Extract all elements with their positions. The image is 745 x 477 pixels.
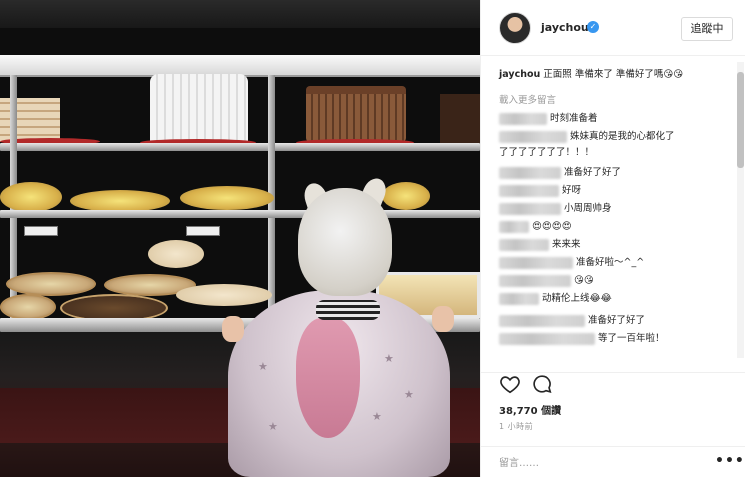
price-tag [186,226,220,236]
comment-text: 时刻准备着 [550,113,598,124]
caption-username[interactable]: jaychou [499,69,540,80]
child-hat [298,188,392,296]
child-hand [222,316,244,342]
star-pattern: ★ [258,360,268,373]
tart-lemon [382,182,430,210]
comment-text: 准备好了好了 [588,315,646,326]
display-case-ceiling [0,0,480,28]
add-comment-input[interactable] [499,455,699,471]
caption-text: 正面照 準備來了 準備好了嗎😘😘 [543,69,684,80]
comment-item: 😘😘 [499,274,729,288]
child-collar [316,300,380,320]
star-pattern: ★ [404,388,414,401]
comment-item-continued: 了了了了了了了！！！ [499,146,729,160]
blurred-username [499,166,561,179]
star-pattern: ★ [372,410,382,423]
add-comment-section: ••• [481,446,745,477]
child-hood [296,318,360,438]
comment-text: 了了了了了了了！！！ [499,147,595,158]
comment-item: 姝妹真的是我的心都化了 [499,130,729,144]
child-hand [432,306,454,332]
blurred-username [499,202,561,215]
comment-item: 好呀 [499,184,729,198]
post-side-panel: jaychou ✓ 追蹤中 jaychou 正面照 準備來了 準備好了嗎😘😘 載… [480,0,745,477]
comment-item: 准备好了好了 [499,166,729,180]
pie [6,272,96,296]
heart-icon[interactable] [499,373,521,395]
tart-plain [148,240,204,268]
comment-item: 来来来 [499,238,729,252]
blurred-username [499,274,571,287]
comment-item: 等了一百年啦！ [499,332,729,346]
blurred-username [499,314,585,327]
comment-item: 准备好啦～^_^ [499,256,729,270]
blurred-username [499,112,547,125]
comment-item: 小周周帅身 [499,202,729,216]
cake-white [150,74,248,144]
blurred-username [499,292,539,305]
following-button[interactable]: 追蹤中 [681,17,733,41]
blurred-username [499,220,529,233]
cake-layered [0,98,60,142]
comment-text: 小周周帅身 [564,203,612,214]
likes-count[interactable]: 38,770 個讚 [499,402,561,417]
avatar[interactable] [499,12,531,44]
tart-lemon [0,182,62,212]
comment-text: 来来来 [552,239,581,250]
comment-text: 姝妹真的是我的心都化了 [570,131,675,142]
comment-text: 准备好啦～^_^ [576,257,645,268]
price-tag [24,226,58,236]
blurred-username [499,256,573,269]
tart-lemon [180,186,274,210]
comment-item: 准备好了好了 [499,314,729,328]
more-options-icon[interactable]: ••• [715,453,745,469]
display-shelf [0,210,480,218]
blurred-username [499,332,595,345]
star-pattern: ★ [268,420,278,433]
pie [176,284,272,306]
blurred-username [499,238,549,251]
post-actions [481,372,745,398]
load-more-comments-link[interactable]: 載入更多留言 [499,92,556,106]
cake-chocolate [306,86,406,142]
cake-dark [440,94,480,144]
post-header: jaychou ✓ 追蹤中 [481,0,745,56]
comment-text: 😘😘 [574,275,594,286]
blurred-username [499,130,567,143]
comment-item: 时刻准备着 [499,112,729,126]
post-timestamp[interactable]: 1 小時前 [499,421,533,432]
display-shelf [0,143,480,151]
comments-scrollbar-thumb[interactable] [737,72,744,168]
blurred-username [499,184,559,197]
post-photo[interactable]: ★ ★ ★ ★ ★ [0,0,480,477]
post-username[interactable]: jaychou [541,21,589,34]
comments-list[interactable]: jaychou 正面照 準備來了 準備好了嗎😘😘 載入更多留言 时刻准备着 姝妹… [481,62,739,358]
comment-item: 😍😍😍😍 [499,220,729,234]
comment-text: 准备好了好了 [564,167,622,178]
comment-text: 😍😍😍😍 [532,221,572,232]
comment-icon[interactable] [531,373,553,395]
tart-lemon [70,190,170,212]
pie [0,294,56,320]
comment-text: 好呀 [562,185,582,196]
comment-text: 动精伦上线😂😂 [542,293,612,304]
comment-text: 等了一百年啦！ [598,333,665,344]
verified-badge-icon: ✓ [587,21,599,33]
comment-item: 动精伦上线😂😂 [499,292,729,306]
caption: jaychou 正面照 準備來了 準備好了嗎😘😘 [499,68,729,82]
star-pattern: ★ [384,352,394,365]
